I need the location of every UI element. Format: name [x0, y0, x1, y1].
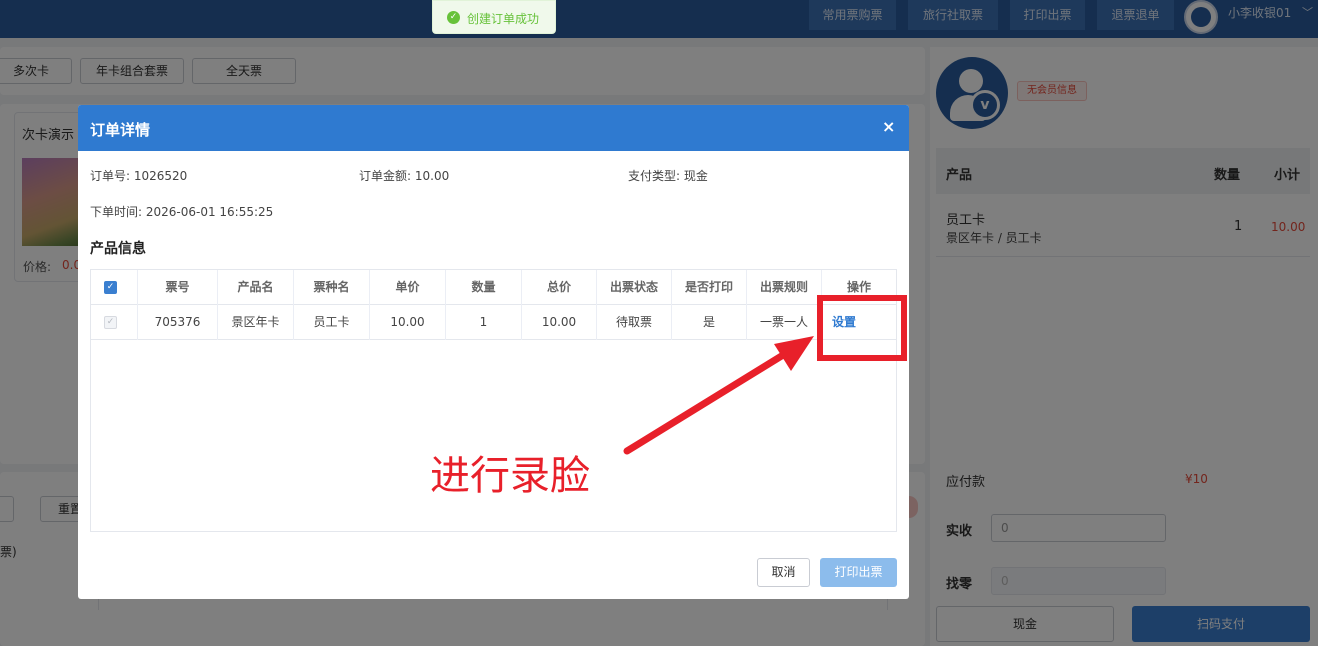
check-circle-icon: ✓	[447, 11, 460, 24]
cell-ticket-type: 员工卡	[294, 305, 370, 340]
column-total: 总价	[522, 270, 597, 305]
table-header: ✓ 票号 产品名 票种名 单价 数量 总价 出票状态 是否打印 出票规则 操作	[91, 270, 896, 305]
row-checkbox: ✓	[104, 316, 117, 329]
cell-unit-price: 10.00	[370, 305, 446, 340]
column-printed: 是否打印	[672, 270, 747, 305]
table-row: ✓ 705376 景区年卡 员工卡 10.00 1 10.00 待取票 是 一票…	[91, 305, 896, 340]
cell-rule: 一票一人	[747, 305, 822, 340]
column-unit-price: 单价	[370, 270, 446, 305]
print-ticket-confirm-button[interactable]: 打印出票	[820, 558, 897, 587]
cell-total: 10.00	[522, 305, 597, 340]
column-rule: 出票规则	[747, 270, 822, 305]
order-detail-dialog: 订单详情 × 订单号: 1026520 订单金额: 10.00 支付类型: 现金…	[78, 105, 909, 599]
product-info-title: 产品信息	[90, 241, 146, 257]
dialog-header: 订单详情 ×	[78, 105, 909, 151]
highlight-box	[817, 295, 907, 361]
order-time: 下单时间: 2026-06-01 16:55:25	[90, 205, 274, 219]
column-product-name: 产品名	[218, 270, 294, 305]
dialog-title: 订单详情	[90, 121, 151, 139]
cell-quantity: 1	[446, 305, 522, 340]
column-ticket-type: 票种名	[294, 270, 370, 305]
select-all-checkbox[interactable]: ✓	[104, 281, 117, 294]
success-toast: ✓ 创建订单成功	[432, 0, 556, 34]
cell-ticket-no: 705376	[138, 305, 218, 340]
cell-printed: 是	[672, 305, 747, 340]
order-amount: 订单金额: 10.00	[359, 169, 450, 183]
toast-message: 创建订单成功	[467, 12, 540, 26]
order-number: 订单号: 1026520	[90, 169, 188, 183]
cancel-button[interactable]: 取消	[757, 558, 810, 587]
column-status: 出票状态	[597, 270, 672, 305]
column-ticket-no: 票号	[138, 270, 218, 305]
payment-type: 支付类型: 现金	[628, 169, 708, 183]
cell-product-name: 景区年卡	[218, 305, 294, 340]
annotation-label: 进行录脸	[430, 453, 590, 499]
close-icon[interactable]: ×	[882, 117, 895, 136]
column-quantity: 数量	[446, 270, 522, 305]
cell-status: 待取票	[597, 305, 672, 340]
